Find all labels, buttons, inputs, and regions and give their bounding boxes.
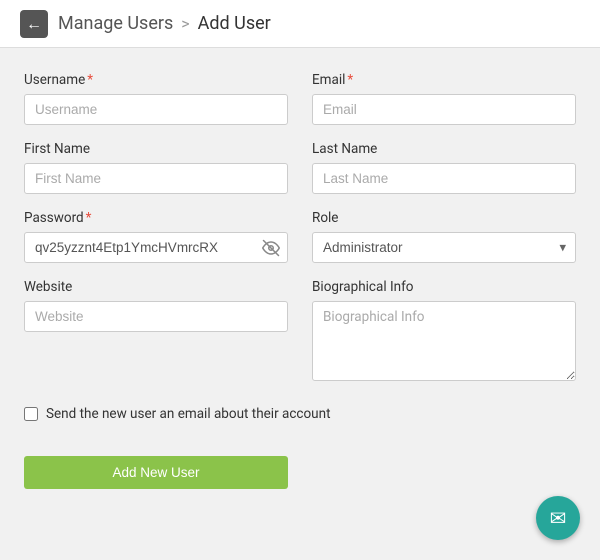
email-input[interactable] [312, 94, 576, 125]
fab-button[interactable]: ✉ [536, 496, 580, 540]
first-name-group: First Name [24, 141, 288, 194]
role-select-wrapper: Administrator Editor Author Contributor … [312, 232, 576, 263]
bio-group: Biographical Info [312, 279, 576, 381]
breadcrumb-separator: > [181, 14, 189, 33]
username-input[interactable] [24, 94, 288, 125]
last-name-input[interactable] [312, 163, 576, 194]
website-label: Website [24, 279, 288, 295]
email-checkbox-group: Send the new user an email about their a… [24, 397, 576, 424]
email-required: * [347, 72, 353, 88]
last-name-group: Last Name [312, 141, 576, 194]
email-label: Email* [312, 72, 576, 88]
add-user-form: Username* Email* First Name Last Name Pa… [24, 72, 576, 489]
password-label: Password* [24, 210, 288, 226]
email-checkbox[interactable] [24, 407, 38, 421]
breadcrumb-parent: Manage Users [58, 13, 173, 34]
email-group: Email* [312, 72, 576, 125]
role-label: Role [312, 210, 576, 226]
submit-group: Add New User [24, 440, 288, 489]
bio-input[interactable] [312, 301, 576, 381]
password-wrapper [24, 232, 288, 263]
password-input[interactable] [24, 232, 288, 263]
website-group: Website [24, 279, 288, 381]
username-label: Username* [24, 72, 288, 88]
breadcrumb: Manage Users > Add User [58, 13, 271, 34]
eye-icon [262, 239, 280, 257]
role-select[interactable]: Administrator Editor Author Contributor … [312, 232, 576, 263]
email-checkbox-wrapper: Send the new user an email about their a… [24, 405, 576, 424]
main-content: Username* Email* First Name Last Name Pa… [0, 48, 600, 513]
add-new-user-button[interactable]: Add New User [24, 456, 288, 489]
email-checkbox-label: Send the new user an email about their a… [46, 405, 331, 424]
username-required: * [87, 72, 93, 88]
role-group: Role Administrator Editor Author Contrib… [312, 210, 576, 263]
fab-icon: ✉ [550, 506, 567, 530]
password-required: * [86, 210, 92, 226]
header: ← Manage Users > Add User [0, 0, 600, 48]
toggle-password-button[interactable] [262, 239, 280, 257]
website-input[interactable] [24, 301, 288, 332]
bio-label: Biographical Info [312, 279, 576, 295]
first-name-label: First Name [24, 141, 288, 157]
last-name-label: Last Name [312, 141, 576, 157]
back-button[interactable]: ← [20, 10, 48, 38]
breadcrumb-current: Add User [198, 13, 271, 34]
username-group: Username* [24, 72, 288, 125]
first-name-input[interactable] [24, 163, 288, 194]
password-group: Password* [24, 210, 288, 263]
